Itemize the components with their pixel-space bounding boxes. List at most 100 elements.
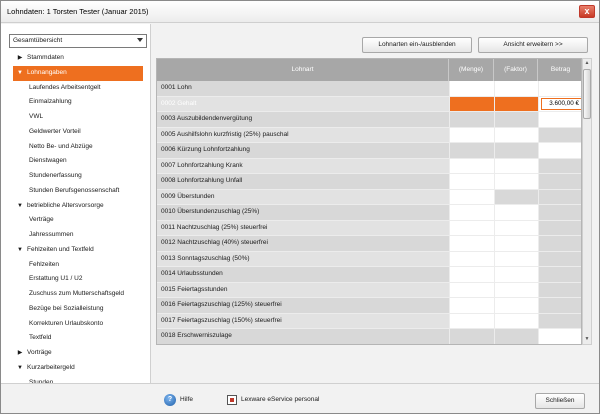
tree-item[interactable]: Stundenerfassung (1, 169, 151, 184)
faktor-cell[interactable] (494, 174, 538, 189)
help-icon[interactable]: ? (164, 394, 176, 406)
menge-cell[interactable] (449, 251, 494, 266)
expanded-arrow-icon[interactable]: ▼ (16, 66, 24, 81)
table-row[interactable]: 0010 Überstundenzuschlag (25%) (157, 205, 581, 221)
tree-item[interactable]: Einmalzahlung (1, 95, 151, 110)
tree-item[interactable]: ▶ Vorträge (1, 346, 151, 361)
tree-item[interactable]: ▼ betriebliche Altersvorsorge (1, 199, 151, 214)
table-row[interactable]: 0017 Feiertagszuschlag (150%) steuerfrei (157, 313, 581, 329)
faktor-cell[interactable] (494, 251, 538, 266)
toggle-wage-types-button[interactable]: Lohnarten ein-/ausblenden (362, 37, 472, 53)
betrag-input[interactable]: 3.600,00 € (541, 97, 581, 110)
menge-cell[interactable] (449, 174, 494, 189)
tree-item[interactable]: ▼ Lohnangaben (13, 65, 143, 81)
wage-type-name: 0012 Nachtzuschlag (40%) steuerfrei (157, 236, 449, 251)
table-row[interactable]: 0001 Lohn (157, 81, 581, 97)
faktor-cell[interactable] (494, 282, 538, 297)
tree-item-label: Dienstwagen (29, 157, 67, 165)
tree-item[interactable]: Erstattung U1 / U2 (1, 272, 151, 287)
faktor-cell[interactable] (494, 127, 538, 142)
tree-item[interactable]: ▶ Stammdaten (1, 51, 151, 66)
expanded-arrow-icon[interactable]: ▼ (16, 199, 24, 214)
expand-view-button[interactable]: Ansicht erweitern >> (478, 37, 588, 53)
scroll-down-icon[interactable]: ▼ (583, 335, 591, 344)
menge-cell[interactable] (449, 298, 494, 313)
tree-item[interactable]: Zuschuss zum Mutterschaftsgeld (1, 287, 151, 302)
menge-cell[interactable] (449, 313, 494, 328)
menge-cell[interactable] (449, 158, 494, 173)
lexware-eservice-link[interactable]: Lexware eService personal (241, 396, 319, 403)
faktor-cell[interactable] (494, 220, 538, 235)
betrag-cell[interactable] (538, 345, 582, 346)
menge-cell[interactable] (449, 236, 494, 251)
tree-item[interactable]: Laufendes Arbeitsentgelt (1, 81, 151, 96)
tree-item[interactable]: Dienstwagen (1, 154, 151, 169)
wage-type-name: 0009 Überstunden (157, 189, 449, 204)
faktor-cell[interactable] (494, 236, 538, 251)
menge-cell[interactable] (449, 267, 494, 282)
column-header-menge[interactable]: (Menge) (449, 59, 494, 81)
tree-item[interactable]: ▼ Kurzarbeitergeld (1, 361, 151, 376)
tree-item[interactable]: Geldwerter Vorteil (1, 125, 151, 140)
close-icon[interactable]: x (579, 5, 595, 18)
table-row[interactable]: 0009 Überstunden (157, 189, 581, 205)
tree-item[interactable]: Textfeld (1, 331, 151, 346)
betrag-cell[interactable] (538, 81, 581, 96)
tree-item[interactable]: ▼ Fehlzeiten und Textfeld (1, 243, 151, 258)
table-row[interactable]: 0006 Kürzung Lohnfortzahlung (157, 143, 581, 159)
expanded-arrow-icon[interactable]: ▼ (16, 243, 24, 258)
table-row[interactable]: 0005 Aushilfslohn kurzfristig (25%) paus… (157, 127, 581, 143)
tree-item[interactable]: Korrekturen Urlaubskonto (1, 317, 151, 332)
menge-cell[interactable] (449, 189, 494, 204)
close-button[interactable]: Schließen (535, 393, 585, 409)
menge-cell[interactable] (449, 282, 494, 297)
column-header-lohnart[interactable]: Lohnart (157, 59, 449, 81)
view-select[interactable]: Gesamtübersicht (9, 34, 147, 48)
table-scrollbar[interactable]: ▲ ▼ (582, 58, 592, 345)
tree-item-label: Stammdaten (27, 54, 64, 61)
tree-item[interactable]: Stunden Berufsgenossenschaft (1, 184, 151, 199)
scroll-thumb[interactable] (583, 69, 591, 119)
tree-item[interactable]: Bezüge bei Sozialleistung (1, 302, 151, 317)
wage-type-table: Lohnart (Menge) (Faktor) Betrag 0001 Loh… (156, 58, 582, 345)
help-link[interactable]: Hilfe (180, 396, 193, 403)
tree-item[interactable]: Netto Be- und Abzüge (1, 140, 151, 155)
tree-item[interactable]: Fehlzeiten (1, 258, 151, 273)
table-row[interactable]: 0019 Aussertarifliche Zulage (157, 345, 582, 346)
column-header-betrag[interactable]: Betrag (538, 59, 581, 81)
tree-item[interactable]: VWL (1, 110, 151, 125)
table-row[interactable]: 0016 Feiertagszuschlag (125%) steuerfrei (157, 298, 581, 314)
betrag-cell[interactable] (538, 329, 581, 344)
menge-cell[interactable] (449, 220, 494, 235)
table-row[interactable]: 0003 Auszubildendenvergütung (157, 112, 581, 128)
table-row[interactable]: 0014 Urlaubsstunden (157, 267, 581, 283)
faktor-cell[interactable] (494, 313, 538, 328)
menge-cell[interactable] (449, 205, 494, 220)
tree-item[interactable]: Jahressummen (1, 228, 151, 243)
faktor-cell[interactable] (494, 205, 538, 220)
collapsed-arrow-icon[interactable]: ▶ (16, 51, 24, 66)
faktor-cell[interactable] (494, 267, 538, 282)
faktor-cell[interactable] (494, 81, 538, 96)
tree-item[interactable]: Verträge (1, 213, 151, 228)
betrag-cell[interactable] (538, 112, 581, 127)
table-row[interactable]: 0011 Nachtzuschlag (25%) steuerfrei (157, 220, 581, 236)
menge-cell[interactable] (449, 81, 494, 96)
table-row[interactable]: 0002 Gehalt 3.600,00 € (157, 96, 581, 112)
scroll-up-icon[interactable]: ▲ (583, 59, 591, 68)
table-row[interactable]: 0018 Erschwerniszulage (157, 329, 581, 344)
menge-cell[interactable] (449, 127, 494, 142)
faktor-cell[interactable] (494, 298, 538, 313)
expanded-arrow-icon[interactable]: ▼ (16, 361, 24, 376)
table-row[interactable]: 0013 Sonntagszuschlag (50%) (157, 251, 581, 267)
lexware-eservice-icon[interactable] (227, 395, 237, 405)
betrag-cell[interactable]: 3.600,00 € (538, 96, 581, 111)
table-row[interactable]: 0015 Feiertagsstunden (157, 282, 581, 298)
betrag-cell[interactable] (538, 143, 581, 158)
faktor-cell[interactable] (494, 158, 538, 173)
table-row[interactable]: 0007 Lohnfortzahlung Krank (157, 158, 581, 174)
column-header-faktor[interactable]: (Faktor) (494, 59, 538, 81)
table-row[interactable]: 0008 Lohnfortzahlung Unfall (157, 174, 581, 190)
table-row[interactable]: 0012 Nachtzuschlag (40%) steuerfrei (157, 236, 581, 252)
collapsed-arrow-icon[interactable]: ▶ (16, 346, 24, 361)
